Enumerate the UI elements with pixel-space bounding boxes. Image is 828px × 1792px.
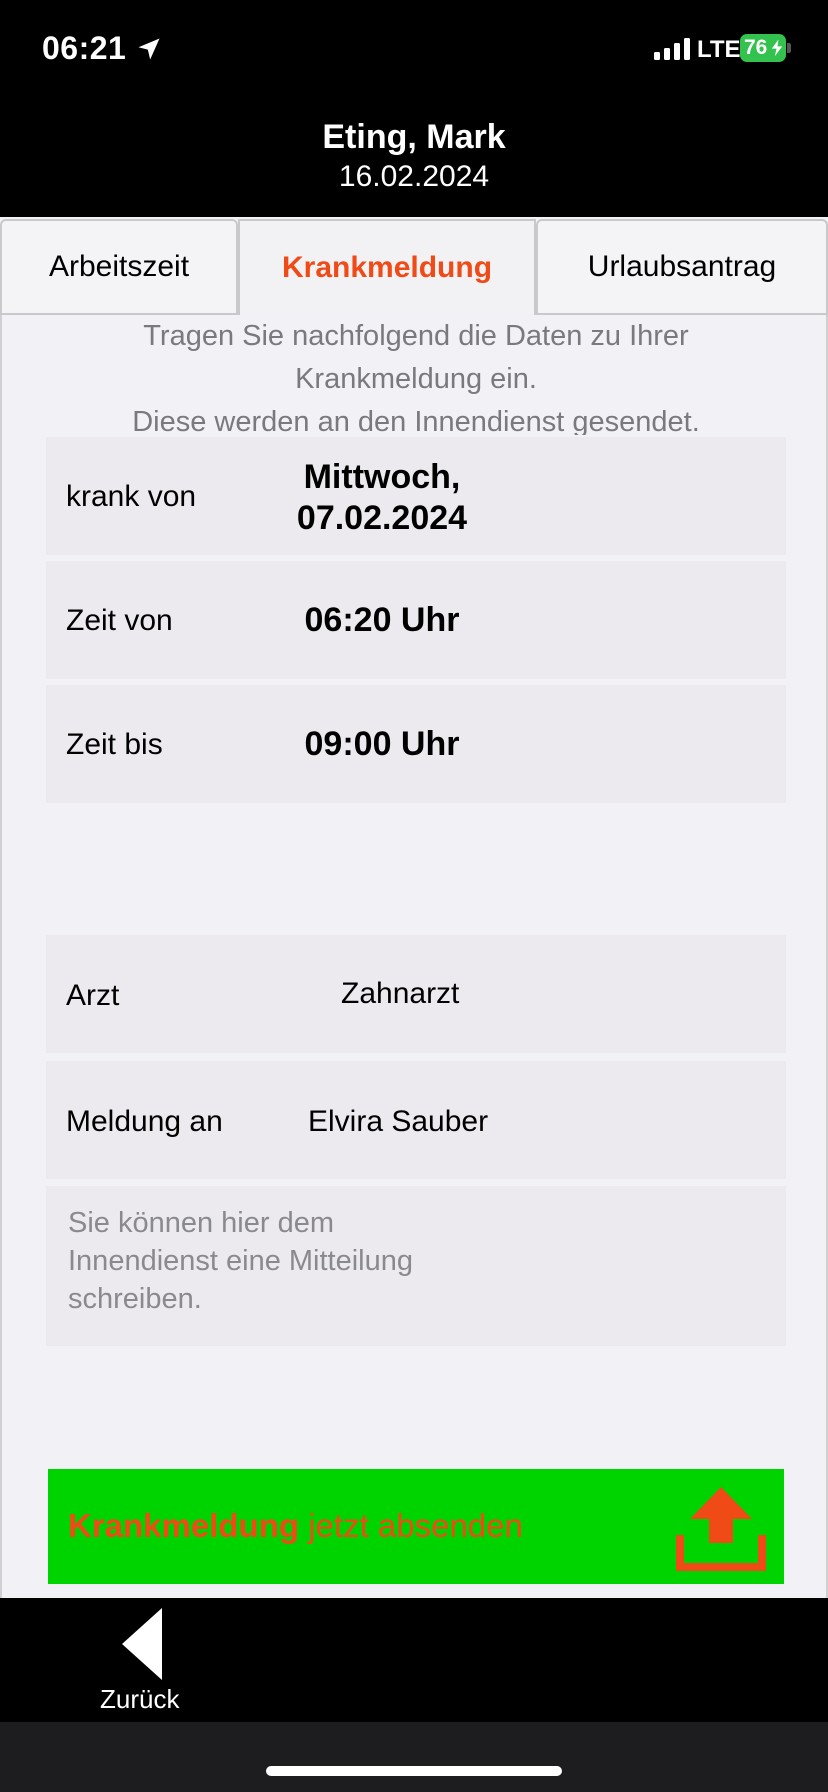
intro-line: Krankmeldung ein. <box>295 363 537 395</box>
zeit-von-label: Zeit von <box>66 604 173 637</box>
battery-indicator: 76 <box>740 34 791 62</box>
intro-text: Tragen Sie nachfolgend die Daten zu Ihre… <box>42 315 790 435</box>
battery-level: 76 <box>744 36 768 59</box>
zeit-bis-label: Zeit bis <box>66 728 163 761</box>
network-label: LTE <box>697 36 741 63</box>
meldung-an-value[interactable]: Elvira Sauber <box>308 1105 488 1139</box>
employee-name: Eting, Mark <box>322 118 506 156</box>
zeit-bis-value[interactable]: 09:00 Uhr <box>246 725 518 764</box>
tab-arbeitszeit[interactable]: Arbeitszeit <box>0 219 238 315</box>
submit-label-rest: jetzt absenden <box>299 1507 523 1544</box>
meldung-an-row[interactable]: Meldung an Elvira Sauber <box>46 1061 786 1179</box>
zeit-von-row[interactable]: Zeit von 06:20 Uhr <box>46 561 786 679</box>
header: Eting, Mark 16.02.2024 <box>0 100 828 217</box>
screen: 06:21 LTE 76 Eting, Mark 16.02.2024 Arbe <box>0 0 828 1792</box>
battery-cap <box>787 43 791 53</box>
home-indicator-area <box>0 1722 828 1792</box>
back-label: Zurück <box>100 1684 180 1714</box>
status-time: 06:21 <box>42 30 127 66</box>
content-area: Tragen Sie nachfolgend die Daten zu Ihre… <box>0 315 828 1598</box>
message-placeholder: Sie können hier dem Innendienst eine Mit… <box>68 1207 414 1315</box>
location-arrow-icon <box>138 38 160 60</box>
krank-von-row[interactable]: krank von Mittwoch, 07.02.2024 <box>46 437 786 555</box>
krank-von-weekday: Mittwoch, <box>303 458 461 496</box>
intro-line: Tragen Sie nachfolgend die Daten zu Ihre… <box>143 320 689 352</box>
tab-label: Arbeitszeit <box>48 250 190 283</box>
arzt-value[interactable]: Zahnarzt <box>341 977 459 1011</box>
back-triangle-icon <box>122 1608 162 1680</box>
tab-bar: Arbeitszeit Krankmeldung Urlaubsantrag <box>0 217 828 315</box>
arzt-row[interactable]: Arzt Zahnarzt <box>46 935 786 1053</box>
home-indicator[interactable] <box>266 1766 562 1776</box>
message-input[interactable]: Sie können hier dem Innendienst eine Mit… <box>46 1186 786 1346</box>
upload-icon <box>676 1487 766 1571</box>
arzt-label: Arzt <box>66 979 120 1012</box>
submit-krankmeldung-button[interactable]: Krankmeldung jetzt absenden <box>48 1469 784 1584</box>
krank-von-label: krank von <box>66 480 197 513</box>
tab-label: Urlaubsantrag <box>587 250 777 283</box>
tab-urlaubsantrag[interactable]: Urlaubsantrag <box>536 219 828 315</box>
charging-bolt-icon <box>770 38 784 58</box>
zeit-bis-row[interactable]: Zeit bis 09:00 Uhr <box>46 685 786 803</box>
krank-von-value[interactable]: Mittwoch, 07.02.2024 <box>246 457 518 539</box>
krank-von-date: 07.02.2024 <box>296 499 468 537</box>
status-bar: 06:21 LTE 76 <box>0 0 828 100</box>
tab-label: Krankmeldung <box>281 251 493 284</box>
submit-label: Krankmeldung jetzt absenden <box>68 1507 523 1545</box>
signal-bars-icon <box>654 38 690 60</box>
zeit-von-value[interactable]: 06:20 Uhr <box>246 601 518 640</box>
submit-label-strong: Krankmeldung <box>68 1507 300 1544</box>
back-button[interactable]: Zurück <box>96 1608 196 1718</box>
bottom-navigation: Zurück <box>0 1598 828 1722</box>
meldung-an-label: Meldung an <box>66 1105 223 1138</box>
header-date: 16.02.2024 <box>338 160 490 193</box>
tab-krankmeldung[interactable]: Krankmeldung <box>238 219 536 315</box>
intro-line: Diese werden an den Innendienst gesendet… <box>132 406 700 435</box>
